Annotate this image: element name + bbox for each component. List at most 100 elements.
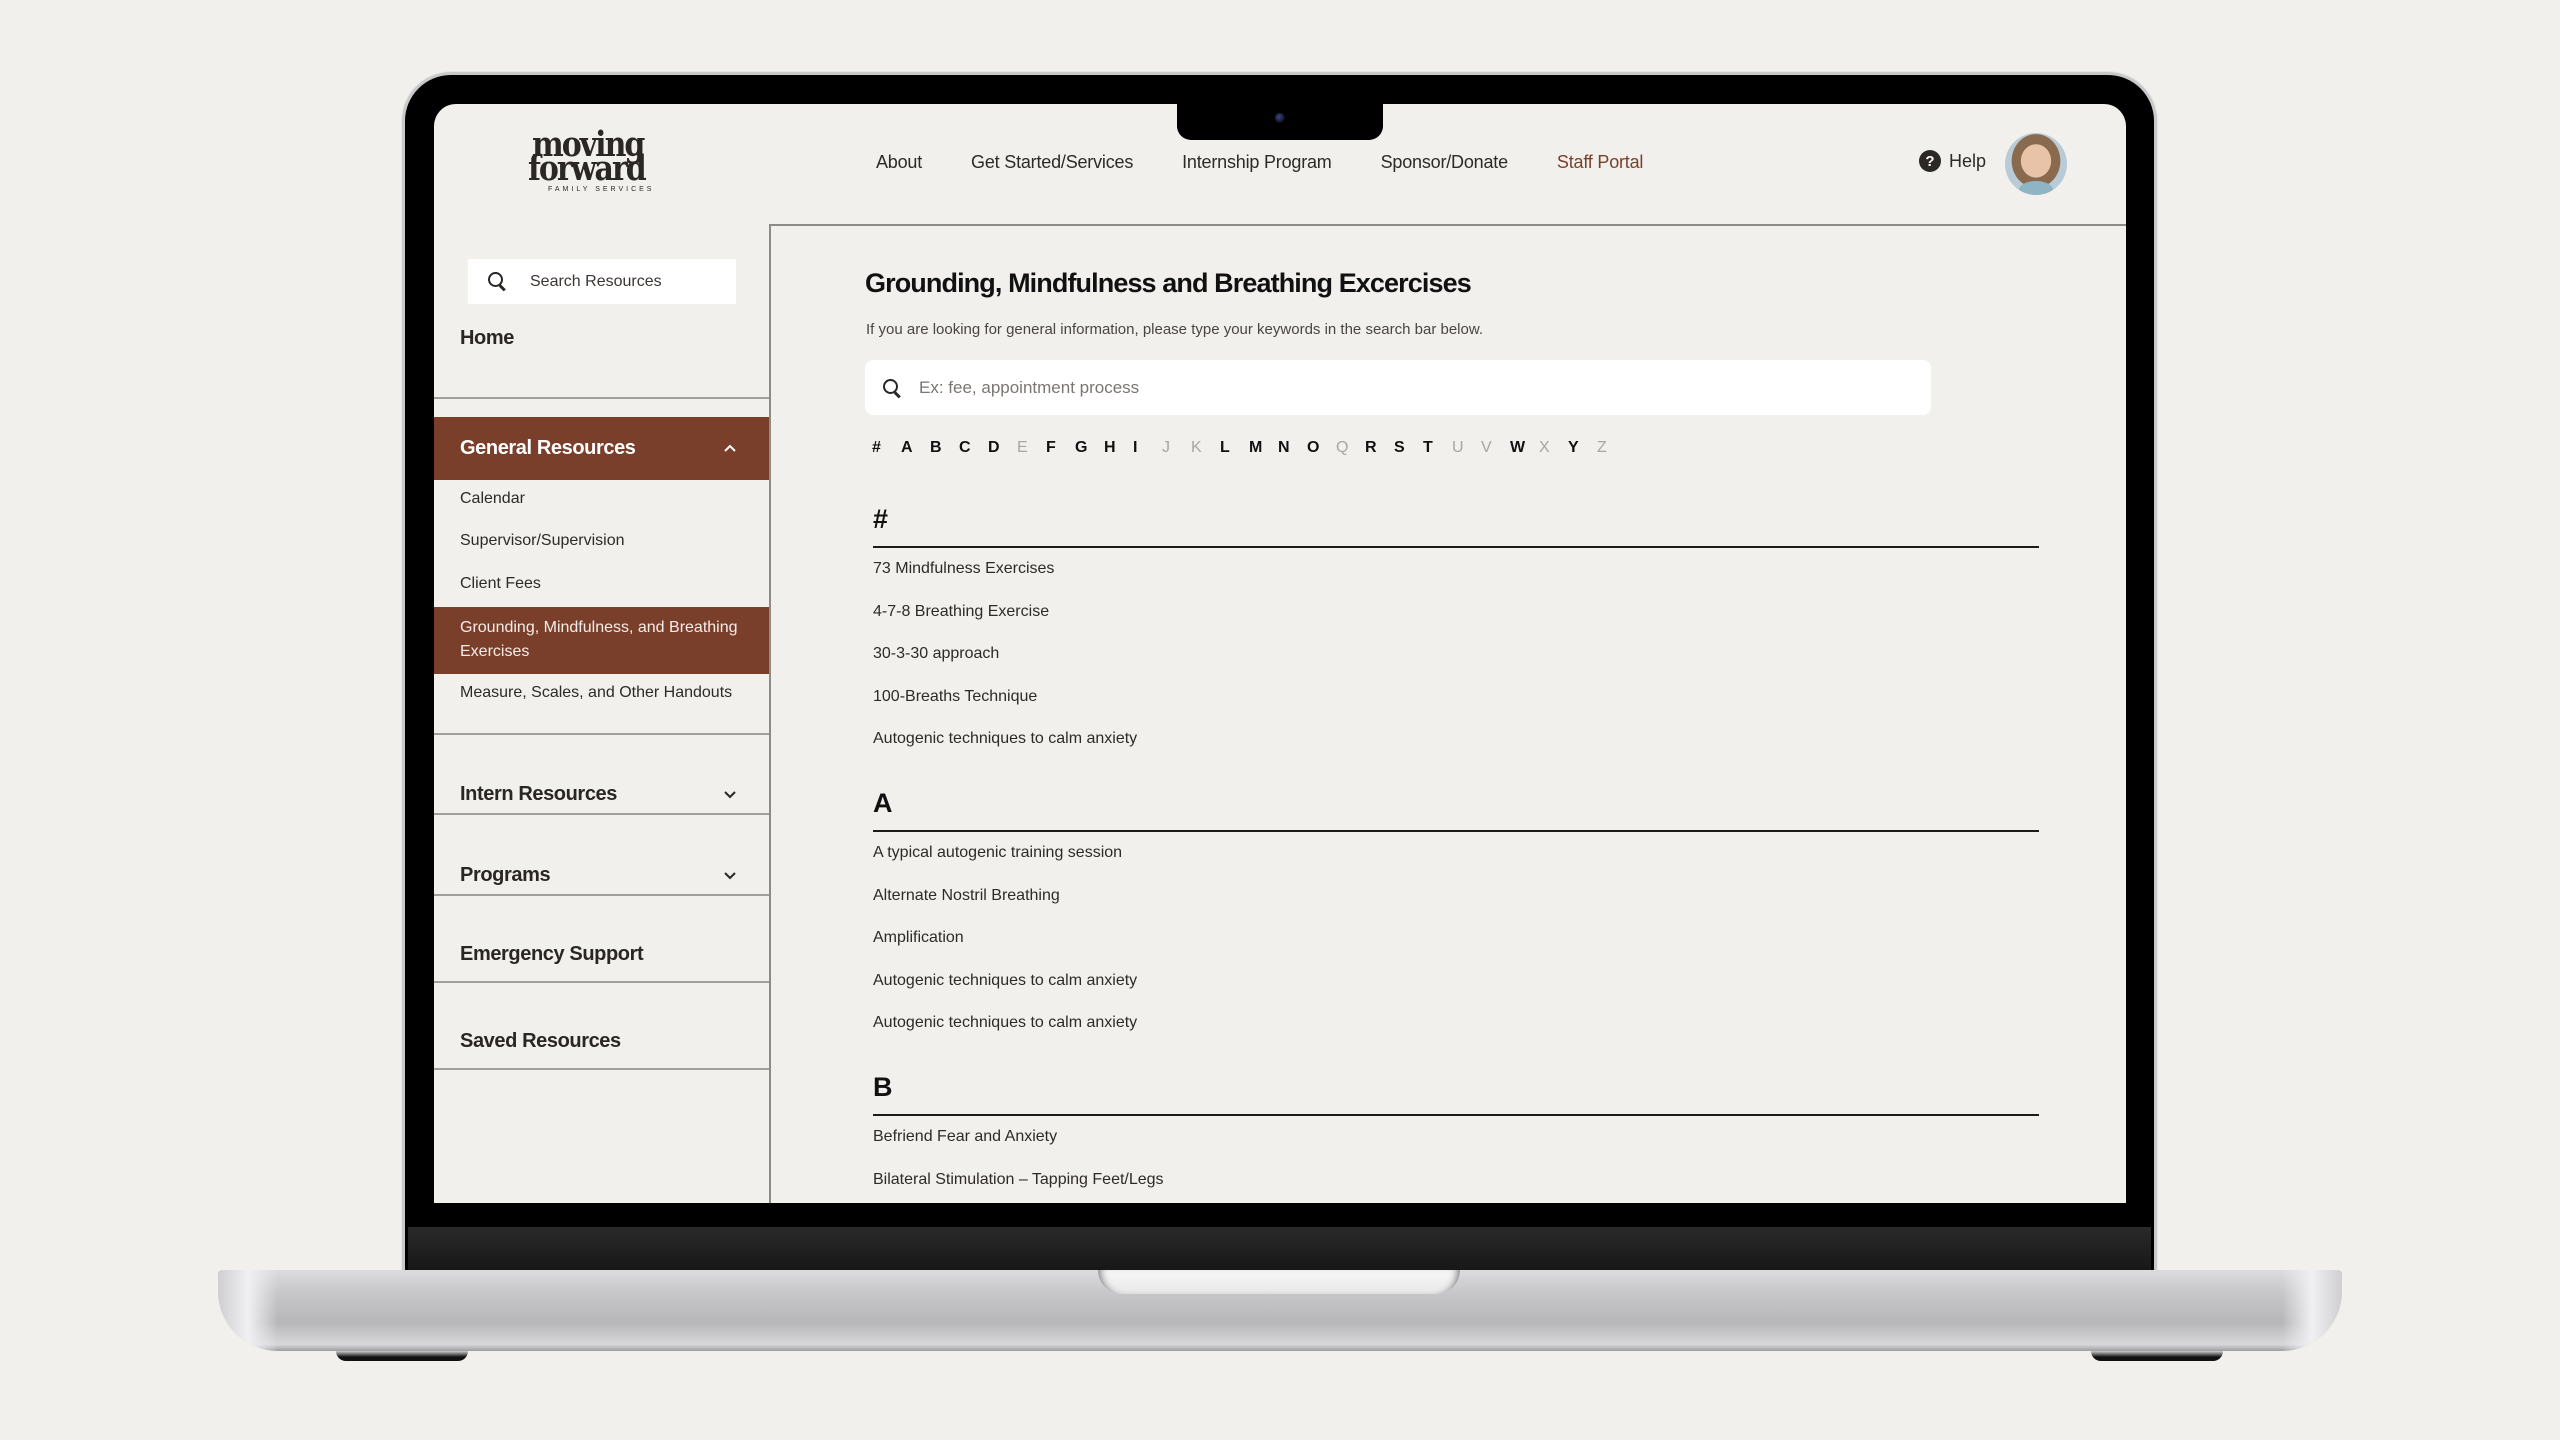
- laptop-hinge: [408, 1227, 2151, 1273]
- brand-logo[interactable]: moving forward FAMILY SERVICES: [528, 128, 668, 202]
- search-icon: [488, 271, 508, 292]
- chevron-down-icon: [724, 791, 736, 799]
- resource-group-hash: # 73 Mindfulness Exercises 4-7-8 Breathi…: [873, 504, 2039, 773]
- alphabet-letter-q: Q: [1336, 439, 1349, 456]
- sidebar-divider: [434, 981, 769, 983]
- camera-icon: [1275, 113, 1285, 123]
- alphabet-letter-c[interactable]: C: [959, 439, 988, 457]
- alphabet-letter-x: X: [1539, 439, 1550, 456]
- sidebar-divider: [434, 1068, 769, 1070]
- group-heading: #: [873, 504, 889, 534]
- nav-staff-portal[interactable]: Staff Portal: [1557, 152, 1644, 173]
- sidebar-subitem-measures-handouts[interactable]: Measure, Scales, and Other Handouts: [434, 684, 769, 702]
- alphabet-letter-e: E: [1017, 439, 1028, 456]
- resource-link[interactable]: 73 Mindfulness Exercises: [873, 560, 2039, 603]
- sidebar-subitem-client-fees[interactable]: Client Fees: [434, 575, 769, 593]
- sidebar-item-home[interactable]: Home: [434, 318, 769, 358]
- sidebar-section-general-resources[interactable]: General Resources: [434, 417, 769, 480]
- alphabet-letter-l[interactable]: L: [1220, 439, 1249, 457]
- search-icon: [883, 378, 901, 397]
- alphabet-letter-h[interactable]: H: [1104, 439, 1133, 457]
- alphabet-letter-z: Z: [1597, 439, 1607, 456]
- sidebar-subitem-supervision[interactable]: Supervisor/Supervision: [434, 532, 769, 550]
- alphabet-letter-n[interactable]: N: [1278, 439, 1307, 457]
- alphabet-letter-w[interactable]: W: [1510, 439, 1539, 457]
- sidebar-divider: [434, 894, 769, 896]
- alphabet-letter-a[interactable]: A: [901, 439, 930, 457]
- sidebar-divider: [434, 397, 769, 399]
- group-divider: [873, 830, 2039, 832]
- nav-sponsor-donate[interactable]: Sponsor/Donate: [1381, 152, 1508, 173]
- alphabet-letter-y[interactable]: Y: [1568, 439, 1597, 457]
- resource-search[interactable]: [865, 360, 1931, 415]
- alphabet-letter-hash[interactable]: #: [872, 439, 901, 457]
- alphabet-letter-m[interactable]: M: [1249, 439, 1278, 457]
- resource-link[interactable]: Alternate Nostril Breathing: [873, 887, 2039, 930]
- resource-link[interactable]: Bilateral Stimulation – Tapping Feet/Leg…: [873, 1171, 2039, 1204]
- alphabet-letter-f[interactable]: F: [1046, 439, 1075, 457]
- sidebar-divider: [434, 733, 769, 735]
- screen: moving forward FAMILY SERVICES About Get…: [434, 104, 2126, 1203]
- nav-get-started-services[interactable]: Get Started/Services: [971, 152, 1133, 173]
- sidebar-subitem-calendar[interactable]: Calendar: [434, 490, 769, 508]
- top-nav: About Get Started/Services Internship Pr…: [876, 152, 1692, 173]
- resource-link[interactable]: A typical autogenic training session: [873, 844, 2039, 887]
- page-subtitle: If you are looking for general informati…: [866, 321, 1484, 338]
- alphabet-letter-k: K: [1191, 439, 1202, 456]
- resource-search-input[interactable]: [919, 377, 1819, 398]
- sidebar-item-saved-resources[interactable]: Saved Resources: [434, 1021, 769, 1061]
- chevron-down-icon: [724, 872, 736, 880]
- group-divider: [873, 1114, 2039, 1116]
- resource-link[interactable]: Amplification: [873, 929, 2039, 972]
- nav-about[interactable]: About: [876, 152, 922, 173]
- alphabet-letter-t[interactable]: T: [1423, 439, 1452, 457]
- page-title: Grounding, Mindfulness and Breathing Exc…: [865, 268, 1472, 298]
- help-button[interactable]: ? Help: [1919, 150, 1986, 172]
- resource-link[interactable]: 100-Breaths Technique: [873, 688, 2039, 731]
- alphabet-letter-v: V: [1481, 439, 1492, 456]
- help-question-icon: ?: [1919, 150, 1941, 172]
- alphabet-index: # A B C D E F G H I J K L M N O Q R S T U V W X Y Z: [872, 439, 1626, 457]
- resource-link[interactable]: 4-7-8 Breathing Exercise: [873, 603, 2039, 646]
- sidebar-section-programs[interactable]: Programs: [434, 855, 769, 895]
- alphabet-letter-o[interactable]: O: [1307, 439, 1336, 457]
- sidebar-item-label: Saved Resources: [460, 1029, 621, 1052]
- sidebar-section-label: General Resources: [460, 437, 636, 459]
- help-label: Help: [1949, 150, 1987, 171]
- sidebar-section-label: Programs: [460, 863, 551, 886]
- sidebar-section-intern-resources[interactable]: Intern Resources: [434, 774, 769, 814]
- resource-link[interactable]: 30-3-30 approach: [873, 645, 2039, 688]
- sidebar-subitem-grounding-mindfulness[interactable]: Grounding, Mindfulness, and Breathing Ex…: [434, 607, 769, 674]
- resource-link[interactable]: Autogenic techniques to calm anxiety: [873, 972, 2039, 1015]
- sidebar-search[interactable]: [468, 259, 736, 304]
- logo-line-2: forward: [528, 149, 647, 190]
- laptop-foot-right: [2091, 1351, 2223, 1361]
- laptop-foot-left: [336, 1351, 468, 1361]
- group-heading: B: [873, 1072, 893, 1102]
- sidebar-item-label: Emergency Support: [460, 942, 644, 965]
- resource-link[interactable]: Befriend Fear and Anxiety: [873, 1128, 2039, 1171]
- alphabet-letter-u: U: [1452, 439, 1464, 456]
- sidebar-search-input[interactable]: [530, 272, 730, 291]
- sidebar-divider: [434, 813, 769, 815]
- alphabet-letter-b[interactable]: B: [930, 439, 959, 457]
- alphabet-letter-g[interactable]: G: [1075, 439, 1104, 457]
- group-divider: [873, 546, 2039, 548]
- resource-group-b: B Befriend Fear and Anxiety Bilateral St…: [873, 1072, 2039, 1203]
- nav-internship-program[interactable]: Internship Program: [1182, 152, 1332, 173]
- resource-group-a: A A typical autogenic training session A…: [873, 788, 2039, 1057]
- resource-link[interactable]: Autogenic techniques to calm anxiety: [873, 1014, 2039, 1057]
- alphabet-letter-j: J: [1162, 439, 1170, 456]
- user-avatar[interactable]: [2005, 133, 2067, 195]
- alphabet-letter-d[interactable]: D: [988, 439, 1017, 457]
- alphabet-letter-s[interactable]: S: [1394, 439, 1423, 457]
- sidebar: Home General Resources Calendar Supervis…: [434, 224, 769, 1203]
- sidebar-item-emergency-support[interactable]: Emergency Support: [434, 934, 769, 974]
- alphabet-letter-r[interactable]: R: [1365, 439, 1394, 457]
- sidebar-section-label: Intern Resources: [460, 782, 617, 805]
- main-content: Grounding, Mindfulness and Breathing Exc…: [769, 224, 2126, 1203]
- alphabet-letter-i[interactable]: I: [1133, 439, 1162, 457]
- chevron-up-icon: [724, 444, 736, 452]
- laptop-opening-notch: [1098, 1270, 1460, 1294]
- resource-link[interactable]: Autogenic techniques to calm anxiety: [873, 730, 2039, 773]
